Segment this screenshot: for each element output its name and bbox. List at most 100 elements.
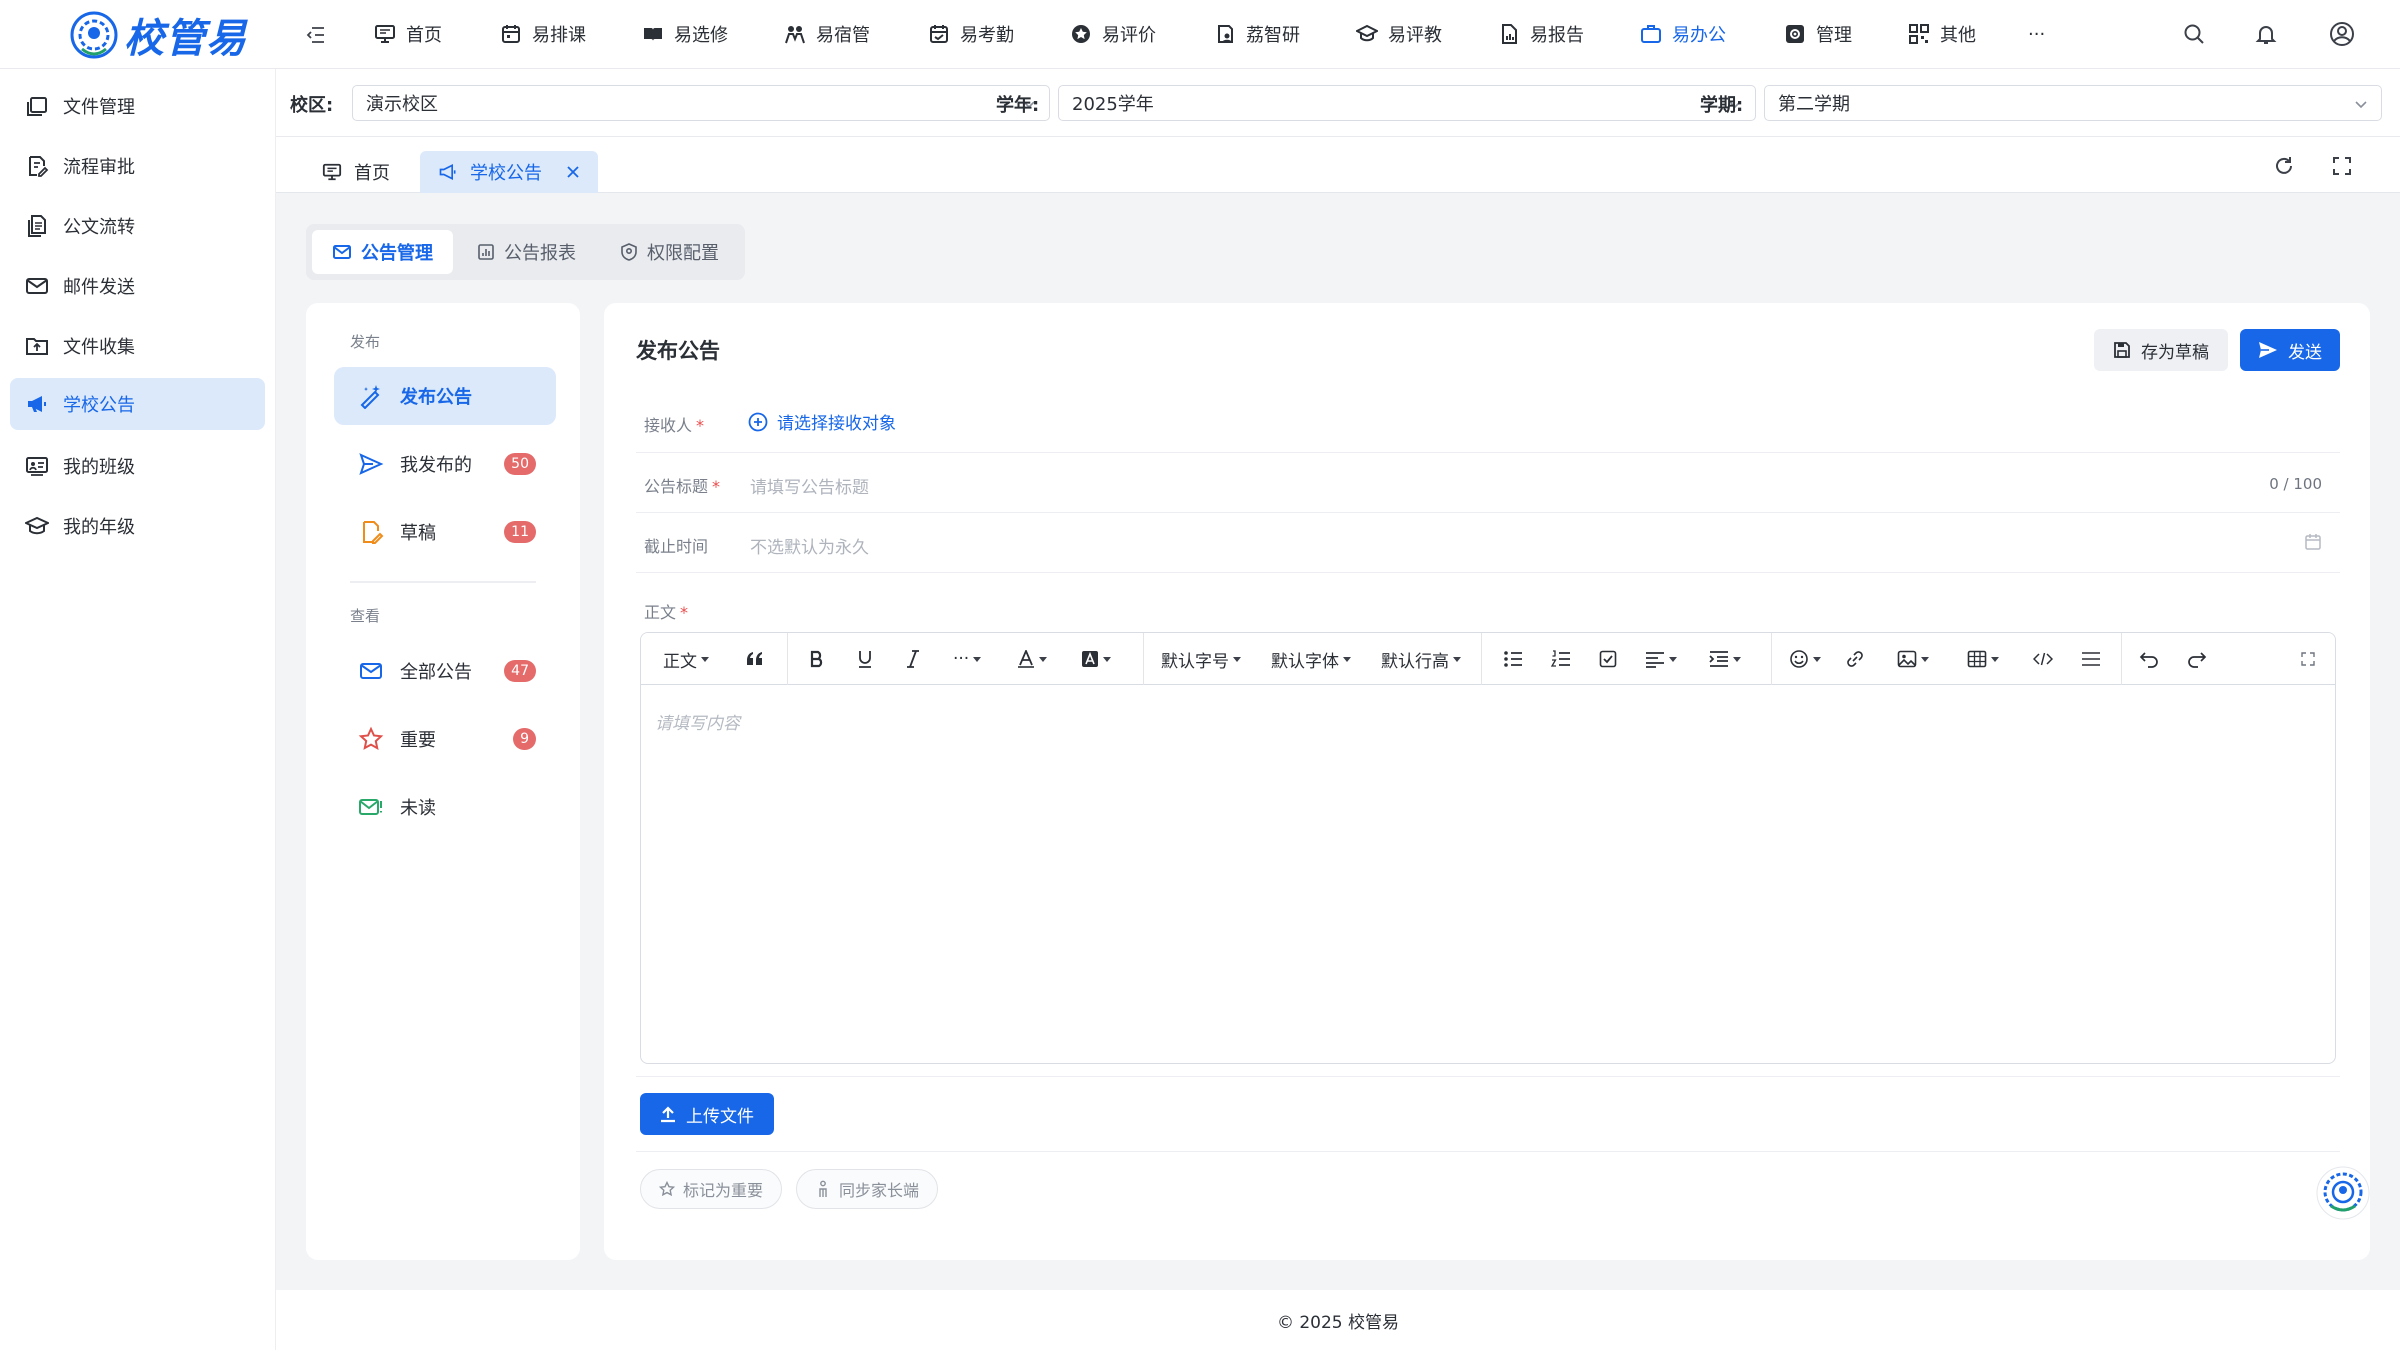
menu-all-announcements[interactable]: 全部公告 47 <box>334 642 556 700</box>
user-avatar-icon[interactable] <box>2328 20 2356 48</box>
sidebar-item-files[interactable]: 文件管理 <box>10 80 265 132</box>
divider-line-icon[interactable] <box>2081 633 2101 685</box>
refresh-icon[interactable] <box>2270 152 2298 180</box>
topnav-evaluate[interactable]: 易评价 <box>1070 0 1156 68</box>
deadline-input[interactable]: 不选默认为永久 <box>750 533 869 558</box>
form-title: 发布公告 <box>636 339 720 363</box>
campus-select[interactable]: 演示校区 <box>352 85 1050 121</box>
brand-logo[interactable]: 校管易 <box>68 6 247 64</box>
sidebar-item-documents[interactable]: 公文流转 <box>10 200 265 252</box>
menu-unread[interactable]: 未读 <box>334 778 556 836</box>
underline-icon[interactable] <box>857 633 873 685</box>
paragraph-style-dropdown[interactable]: 正文 <box>663 633 709 685</box>
book-open-icon <box>644 28 662 41</box>
graduation-cap-icon <box>25 516 49 535</box>
upload-icon <box>661 1106 675 1123</box>
bullet-list-icon[interactable] <box>1503 633 1523 685</box>
draft-edit-icon <box>363 521 384 544</box>
menu-drafts[interactable]: 草稿 11 <box>334 503 556 561</box>
topnav-attendance[interactable]: 易考勤 <box>928 0 1014 68</box>
announcement-menu: 发布 发布公告 我发布的 50 草稿 11 查看 全部公告 47 重要 9 未读 <box>306 303 580 1260</box>
topnav-admin[interactable]: 管理 <box>1784 0 1852 68</box>
sidebar-item-approval[interactable]: 流程审批 <box>10 140 265 192</box>
table-icon[interactable] <box>1967 633 1999 685</box>
tab-announcement[interactable]: 学校公告 <box>420 151 598 193</box>
numbered-list-icon[interactable] <box>1551 633 1571 685</box>
image-icon[interactable] <box>1897 633 1929 685</box>
recipient-row: 接收人 * 请选择接收对象 <box>636 391 2340 453</box>
font-family-dropdown[interactable]: 默认字体 <box>1271 633 1351 685</box>
save-draft-button[interactable]: 存为草稿 <box>2094 329 2228 371</box>
tab-announcement-manage[interactable]: 公告管理 <box>312 230 453 274</box>
page-tab-bar: 首页 学校公告 <box>276 137 2400 193</box>
todo-checkbox-icon[interactable] <box>1599 633 1617 685</box>
topnav-more[interactable]: ··· <box>2028 0 2045 68</box>
background-color-icon[interactable] <box>1081 633 1111 685</box>
sidebar-item-collect[interactable]: 文件收集 <box>10 320 265 372</box>
topnav-schedule[interactable]: 易排课 <box>500 0 586 68</box>
menu-important[interactable]: 重要 9 <box>334 710 556 768</box>
topnav-teacher-eval[interactable]: 易评教 <box>1356 0 1442 68</box>
emoji-icon[interactable] <box>1789 633 1821 685</box>
sidebar-item-my-class[interactable]: 我的班级 <box>10 440 265 492</box>
assistant-float-button[interactable] <box>2316 1166 2370 1220</box>
bold-icon[interactable] <box>809 633 825 685</box>
line-height-dropdown[interactable]: 默认行高 <box>1381 633 1461 685</box>
footer: © 2025 校管易 <box>276 1290 2400 1350</box>
title-label: 公告标题 * <box>644 477 721 496</box>
undo-icon[interactable] <box>2139 633 2159 685</box>
chart-icon <box>478 244 494 260</box>
code-icon[interactable] <box>2033 633 2053 685</box>
sidebar-item-my-grade[interactable]: 我的年级 <box>10 500 265 552</box>
rich-text-editor: 正文 ··· 默认字号 默认字体 默认行高 请填写内容 <box>640 632 2336 1064</box>
topnav-office[interactable]: 易办公 <box>1640 0 1726 68</box>
title-input[interactable]: 请填写公告标题 <box>750 473 869 498</box>
fullscreen-icon[interactable] <box>2328 152 2356 180</box>
link-icon[interactable] <box>1845 633 1865 685</box>
menu-collapse-icon[interactable] <box>302 22 330 48</box>
menu-my-published[interactable]: 我发布的 50 <box>334 435 556 493</box>
briefcase-icon <box>1641 25 1661 43</box>
bell-icon[interactable] <box>2252 20 2280 48</box>
quote-icon[interactable] <box>745 633 765 685</box>
people-icon <box>785 26 805 44</box>
year-select[interactable]: 2025学年 <box>1058 85 1756 121</box>
sidebar-item-announcement[interactable]: 学校公告 <box>10 378 265 430</box>
italic-icon[interactable] <box>905 633 921 685</box>
topnav-report[interactable]: 易报告 <box>1498 0 1584 68</box>
topnav-elective[interactable]: 易选修 <box>642 0 728 68</box>
clipboard-person-icon <box>1218 25 1233 44</box>
topnav-other[interactable]: 其他 <box>1908 0 1976 68</box>
upload-file-button[interactable]: 上传文件 <box>640 1093 774 1135</box>
more-icon: ··· <box>2028 23 2046 45</box>
group-view-label: 查看 <box>350 607 381 625</box>
send-button[interactable]: 发送 <box>2240 329 2340 371</box>
tab-permission[interactable]: 权限配置 <box>600 230 739 274</box>
redo-icon[interactable] <box>2187 633 2207 685</box>
select-recipient-button[interactable]: 请选择接收对象 <box>748 409 896 434</box>
mark-important-toggle[interactable]: 标记为重要 <box>640 1169 783 1209</box>
term-select[interactable]: 第二学期 <box>1764 85 2382 121</box>
topnav-dorm[interactable]: 易宿管 <box>784 0 870 68</box>
align-dropdown-icon[interactable] <box>1645 633 1677 685</box>
sync-parent-toggle[interactable]: 同步家长端 <box>796 1169 939 1209</box>
editor-fullscreen-icon[interactable] <box>2301 633 2315 685</box>
topnav-home[interactable]: 首页 <box>374 0 442 68</box>
indent-dropdown-icon[interactable] <box>1709 633 1741 685</box>
tab-announcement-report[interactable]: 公告报表 <box>457 230 596 274</box>
more-format-dropdown[interactable]: ··· <box>953 633 982 685</box>
publish-form-card: 发布公告 存为草稿 发送 接收人 * 请选择接收对象 公告标题 * 请填写公告标题 … <box>604 303 2370 1260</box>
close-icon[interactable] <box>566 165 580 179</box>
editor-toolbar: 正文 ··· 默认字号 默认字体 默认行高 <box>641 633 2335 685</box>
calendar-icon[interactable] <box>2304 533 2322 551</box>
group-publish-label: 发布 <box>350 333 381 351</box>
menu-publish[interactable]: 发布公告 <box>334 367 556 425</box>
font-color-icon[interactable] <box>1017 633 1047 685</box>
tab-home[interactable]: 首页 <box>304 151 408 193</box>
search-icon[interactable] <box>2180 20 2208 48</box>
font-size-dropdown[interactable]: 默认字号 <box>1161 633 1241 685</box>
editor-content-area[interactable]: 请填写内容 <box>655 709 740 734</box>
topnav-research[interactable]: 荔智研 <box>1214 0 1300 68</box>
doc-copy-icon <box>28 215 46 237</box>
sidebar-item-mail[interactable]: 邮件发送 <box>10 260 265 312</box>
